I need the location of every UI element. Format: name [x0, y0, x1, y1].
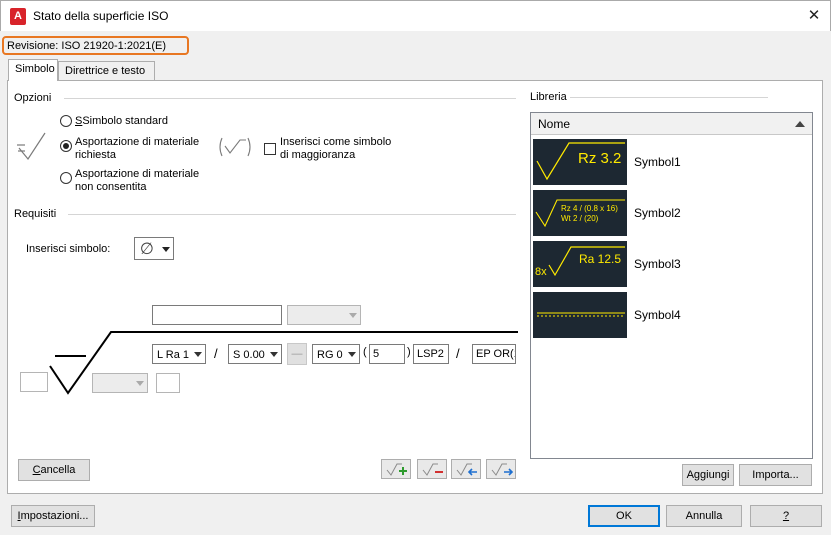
library-column-header[interactable]: Nome: [531, 113, 812, 135]
label-simbolo-standard: SSimbolo standard: [75, 115, 168, 127]
symbol1-preview-text: Rz 3.2: [578, 150, 621, 167]
diameter-icon: ∅: [140, 241, 154, 258]
radio-asportazione-non-consentita[interactable]: [60, 172, 72, 184]
ok-button[interactable]: OK: [588, 505, 660, 527]
ep-field[interactable]: EP OR(1: [472, 344, 516, 364]
upper-dropdown[interactable]: [287, 305, 361, 325]
symbol-remove-icon: [422, 463, 443, 476]
symbol-name: Symbol4: [634, 308, 681, 322]
list-item[interactable]: 8x Ra 12.5 Symbol3: [531, 239, 812, 289]
tab-simbolo[interactable]: Simbolo: [8, 59, 58, 81]
label-asportazione-non-consentita: Asportazione di materiale non consentita: [75, 168, 200, 193]
paren-value-field[interactable]: 5: [369, 344, 405, 364]
lay-dropdown[interactable]: L Ra 1: [152, 344, 206, 364]
dash-button[interactable]: —: [287, 343, 307, 365]
s-dropdown[interactable]: S 0.00: [228, 344, 282, 364]
symbol-move-left-icon: [456, 463, 477, 476]
chevron-down-icon: [162, 247, 170, 252]
autocad-app-icon: A: [10, 8, 26, 25]
leader-symbol-icon: [219, 137, 251, 157]
remove-symbol-button[interactable]: [417, 459, 447, 479]
radio-asportazione-richiesta[interactable]: [60, 140, 72, 152]
symbol2-preview-line1: Rz 4 / (0.8 x 16): [561, 204, 618, 213]
window-title: Stato della superficie ISO: [33, 9, 169, 23]
requirements-group-label: Requisiti: [14, 208, 60, 220]
list-item[interactable]: Rz 4 / (0.8 x 16) Wt 2 / (20) Symbol2: [531, 188, 812, 238]
impostazioni-button[interactable]: Impostazioni...: [11, 505, 95, 527]
symbol-name: Symbol1: [634, 155, 681, 169]
symbol-preview: [533, 292, 627, 338]
symbol-add-icon: [386, 463, 407, 476]
annulla-button[interactable]: Annulla: [666, 505, 742, 527]
symbol-preview: Rz 3.2: [533, 139, 627, 185]
lower-small-field[interactable]: [156, 373, 180, 393]
library-separator: [570, 97, 768, 98]
symbol-preview: Rz 4 / (0.8 x 16) Wt 2 / (20): [533, 190, 627, 236]
slash-separator-2: /: [456, 346, 460, 361]
tab-direttrice-e-testo[interactable]: Direttrice e testo: [58, 61, 155, 80]
aggiungi-button[interactable]: Aggiungi: [682, 464, 734, 486]
label-maggioranza: Inserisci come simbolo di maggioranza: [280, 136, 392, 161]
insert-symbol-dropdown[interactable]: ∅: [134, 237, 174, 260]
lower-dropdown[interactable]: [92, 373, 148, 393]
lsp-field[interactable]: LSP2: [413, 344, 449, 364]
revision-label: Revisione: ISO 21920-1:2021(E): [2, 36, 189, 55]
options-group-label: Opzioni: [14, 92, 55, 104]
move-right-button[interactable]: [486, 459, 516, 479]
basic-surface-symbol-icon: [17, 132, 46, 161]
symbol-preview: 8x Ra 12.5: [533, 241, 627, 287]
library-group-label: Libreria: [530, 91, 570, 103]
symbol-move-right-icon: [491, 463, 514, 476]
column-header-nome: Nome: [538, 117, 571, 131]
requirements-separator: [68, 214, 516, 215]
close-icon[interactable]: ✕: [801, 4, 827, 28]
add-symbol-button[interactable]: [381, 459, 411, 479]
list-item[interactable]: Rz 3.2 Symbol1: [531, 137, 812, 187]
label-asportazione-richiesta: Asportazione di materiale richiesta: [75, 136, 200, 161]
insert-symbol-label: Inserisci simbolo:: [26, 243, 111, 255]
cancella-button[interactable]: Cancella: [18, 459, 90, 481]
paren-close: ): [407, 346, 411, 358]
paren-open: (: [363, 346, 367, 358]
rg-dropdown[interactable]: RG 0: [312, 344, 360, 364]
title-bar: A Stato della superficie ISO ✕: [0, 0, 831, 31]
symbol3-preview-prefix: 8x: [535, 266, 547, 278]
library-list[interactable]: Nome Rz 3.2 Symbol1 Rz 4 / (0.8 x 16) Wt…: [530, 112, 813, 459]
help-button[interactable]: ?: [750, 505, 822, 527]
move-left-button[interactable]: [451, 459, 481, 479]
symbol2-preview-line2: Wt 2 / (20): [561, 214, 599, 223]
checkbox-maggioranza[interactable]: [264, 143, 276, 155]
symbol-name: Symbol2: [634, 206, 681, 220]
options-separator: [64, 98, 516, 99]
upper-text-field[interactable]: [152, 305, 282, 325]
radio-simbolo-standard[interactable]: [60, 115, 72, 127]
sort-ascending-icon: [795, 121, 805, 127]
symbol-name: Symbol3: [634, 257, 681, 271]
slash-separator-1: /: [214, 346, 218, 361]
left-text-field[interactable]: [20, 372, 48, 392]
list-item[interactable]: Symbol4: [531, 290, 812, 340]
symbol3-preview-text: Ra 12.5: [579, 252, 621, 266]
importa-button[interactable]: Importa...: [739, 464, 812, 486]
